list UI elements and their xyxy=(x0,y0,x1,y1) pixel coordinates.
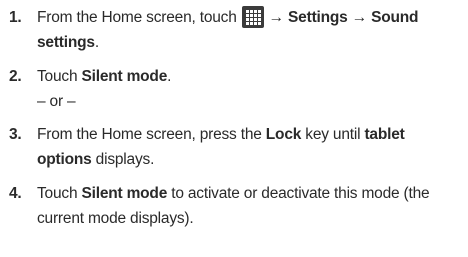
silent-mode-label: Silent mode xyxy=(81,68,168,85)
step-text-part: to activate or deactivate this mode (the xyxy=(167,185,430,202)
step-text-part: Touch xyxy=(37,185,82,202)
step-number: 2. xyxy=(9,68,22,85)
step-number: 1. xyxy=(9,9,22,26)
tablet-options-label: tablet xyxy=(364,126,405,143)
step-text-part: key until xyxy=(301,126,365,143)
step-text-part: displays. xyxy=(91,151,155,168)
settings-path-end: settings xyxy=(37,34,95,51)
step-text: From the Home screen, touch → Settings →… xyxy=(37,5,462,55)
step-text: From the Home screen, press the Lock key… xyxy=(37,122,462,172)
step-text: Touch Silent mode. – or – xyxy=(37,64,462,114)
lock-key-label: Lock xyxy=(265,126,302,143)
instruction-list: 1. From the Home screen, touch → Setting… xyxy=(0,0,468,257)
step-number: 3. xyxy=(9,126,22,143)
apps-grid-icon xyxy=(241,6,264,28)
silent-mode-label: Silent mode xyxy=(81,185,168,202)
step-number: 4. xyxy=(9,185,22,202)
step-text-part: . xyxy=(94,34,99,51)
step-text: Touch Silent mode to activate or deactiv… xyxy=(37,181,462,231)
step-text-part: . xyxy=(167,68,172,85)
step-text-part: Touch xyxy=(37,68,82,85)
or-separator: – or – xyxy=(37,93,76,110)
tablet-options-label-end: options xyxy=(37,151,92,168)
step-text-part: From the Home screen, press the xyxy=(37,126,266,143)
settings-path: → Settings → Sound xyxy=(268,9,419,26)
step-text-part: current mode displays). xyxy=(37,210,194,227)
step-text-part: From the Home screen, touch xyxy=(37,9,237,26)
